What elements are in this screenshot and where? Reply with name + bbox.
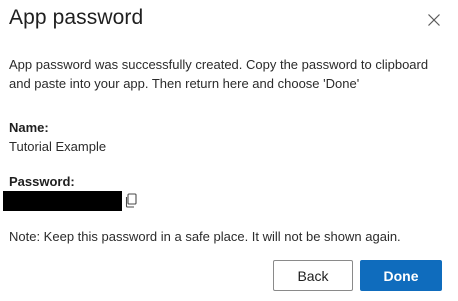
copy-icon <box>124 193 138 208</box>
password-label: Password: <box>9 174 75 189</box>
done-button[interactable]: Done <box>360 260 442 291</box>
dialog-title: App password <box>9 6 144 29</box>
back-button[interactable]: Back <box>273 260 353 291</box>
safety-note: Note: Keep this password in a safe place… <box>9 229 401 244</box>
close-icon <box>424 10 444 30</box>
copy-password-button[interactable] <box>124 193 138 208</box>
name-label: Name: <box>9 120 49 135</box>
password-value-redacted <box>3 191 122 211</box>
dialog-message: App password was successfully created. C… <box>9 57 429 91</box>
app-password-dialog: App password App password was successful… <box>0 0 458 301</box>
close-button[interactable] <box>424 10 444 30</box>
name-value: Tutorial Example <box>9 139 107 154</box>
